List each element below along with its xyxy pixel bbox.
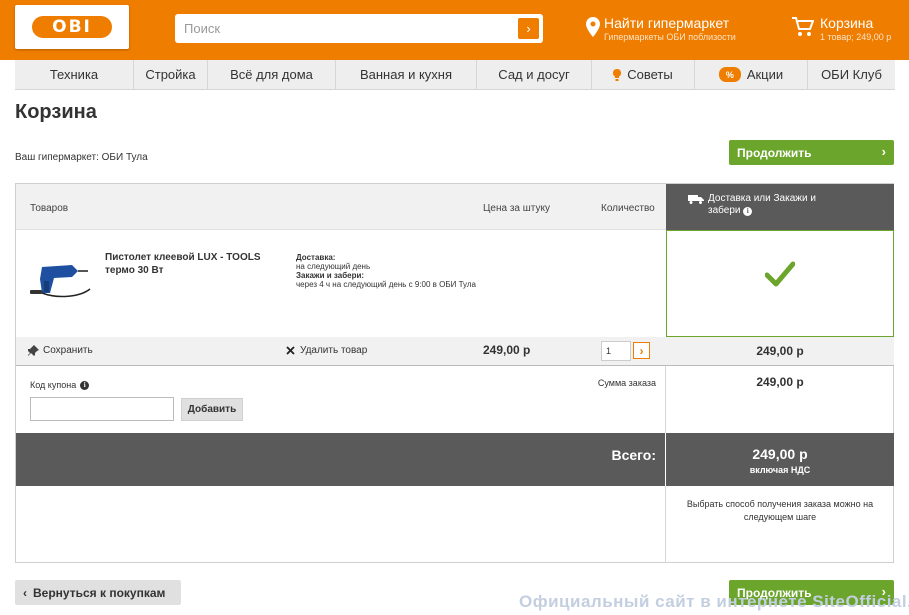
search-button[interactable]: › <box>518 18 539 39</box>
nav-item-label: Акции <box>746 67 784 82</box>
quantity-input[interactable] <box>601 341 631 361</box>
pickup-note: Выбрать способ получения заказа можно на… <box>686 499 874 522</box>
find-store-link[interactable]: Найти гипермаркет Гипермаркеты ОБИ побли… <box>586 15 766 43</box>
delivery-header: Доставка или Закажи и забери i <box>666 184 894 230</box>
delivery-header-text: Доставка или Закажи и забери i <box>708 193 838 217</box>
quantity-update-button[interactable]: › <box>633 342 650 359</box>
total-value: 249,00 р <box>752 446 808 462</box>
coupon-label-text: Код купона <box>30 380 77 390</box>
pickup-title: Закажи и забери: <box>296 271 365 280</box>
col-header-price: Цена за штуку <box>483 203 550 214</box>
search-input[interactable] <box>175 14 505 43</box>
cart-title: Корзина <box>820 15 874 31</box>
line-total: 249,00 р <box>666 337 894 366</box>
lightbulb-icon <box>613 68 622 81</box>
unit-price: 249,00 р <box>483 343 531 357</box>
main-nav: Техника Стройка Всё для дома Ванная и ку… <box>15 60 895 90</box>
info-icon[interactable]: i <box>743 207 753 216</box>
nav-item-tips[interactable]: Советы <box>592 60 695 89</box>
back-to-shopping-button[interactable]: ‹ Вернуться к покупкам <box>15 580 181 605</box>
continue-button-top[interactable]: Продолжить › <box>729 140 894 165</box>
nav-item-club[interactable]: ОБИ Клуб <box>808 60 895 89</box>
truck-icon <box>688 195 704 204</box>
product-image[interactable] <box>28 257 98 302</box>
page-title: Корзина <box>15 101 97 123</box>
nav-item-stroyka[interactable]: Стройка <box>134 60 208 89</box>
site-header: OBI › Найти гипермаркет Гипермаркеты ОБИ… <box>0 0 909 60</box>
save-item-link[interactable]: Сохранить <box>28 345 93 356</box>
search-box: › <box>175 14 543 43</box>
watermark: Официальный сайт в интернете SiteOfficia… <box>519 592 909 611</box>
col-header-products: Товаров <box>30 203 69 214</box>
delivery-option-selected[interactable] <box>666 230 894 337</box>
store-label: Ваш гипермаркет: ОБИ Тула <box>15 152 148 163</box>
find-store-title: Найти гипермаркет <box>604 15 730 31</box>
delivery-info: Доставка: на следующий день Закажи и заб… <box>296 253 476 289</box>
header-cart[interactable]: Корзина 1 товар; 249,00 р <box>792 15 904 43</box>
nav-item-label: Советы <box>627 67 673 82</box>
map-pin-icon <box>586 17 600 37</box>
chevron-right-icon: › <box>881 144 886 159</box>
cart-table: Товаров Цена за штуку Количество Доставк… <box>15 183 894 563</box>
table-header: Товаров Цена за штуку Количество <box>16 184 666 230</box>
order-sum-value: 249,00 р <box>756 375 804 389</box>
logo-text: OBI <box>32 16 112 38</box>
delivery-title: Доставка: <box>296 253 336 262</box>
chevron-right-icon: › <box>639 343 644 358</box>
col-header-quantity: Количество <box>601 203 655 214</box>
nav-item-label: Всё для дома <box>230 67 313 82</box>
percent-badge-icon: % <box>718 67 741 82</box>
remove-label: Удалить товар <box>300 345 368 356</box>
obi-logo[interactable]: OBI <box>15 5 129 49</box>
total-label: Всего: <box>611 447 656 463</box>
add-coupon-button[interactable]: Добавить <box>181 398 243 421</box>
close-icon <box>286 346 295 355</box>
nav-item-label: Техника <box>49 67 99 82</box>
back-label: Вернуться к покупкам <box>33 585 166 600</box>
delivery-text: на следующий день <box>296 262 371 271</box>
product-name[interactable]: Пистолет клеевой LUX - TOOLS термо 30 Вт <box>105 251 275 277</box>
pickup-text: через 4 ч на следующий день с 9:00 в ОБИ… <box>296 280 476 289</box>
nav-item-label: Ванная и кухня <box>359 67 453 82</box>
item-actions-row: Сохранить Удалить товар 249,00 р › <box>16 337 666 366</box>
checkmark-icon <box>765 261 795 287</box>
nav-item-label: ОБИ Клуб <box>821 67 882 82</box>
remove-item-link[interactable]: Удалить товар <box>286 345 367 356</box>
total-bar: Всего: 249,00 р включая НДС <box>16 433 894 486</box>
coupon-input[interactable] <box>30 397 174 421</box>
continue-label: Продолжить <box>737 145 812 160</box>
coupon-label: Код купона i <box>30 380 90 390</box>
nav-item-label: Стройка <box>145 67 196 82</box>
nav-item-garden[interactable]: Сад и досуг <box>477 60 592 89</box>
delivery-header-label: Доставка или Закажи и забери <box>708 193 816 216</box>
info-icon[interactable]: i <box>80 380 90 390</box>
nav-item-home[interactable]: Всё для дома <box>208 60 336 89</box>
find-store-subtitle: Гипермаркеты ОБИ поблизости <box>604 32 736 42</box>
pin-icon <box>28 345 39 356</box>
nav-item-promo[interactable]: % Акции <box>695 60 808 89</box>
shopping-cart-icon <box>792 17 814 36</box>
chevron-right-icon: › <box>526 21 531 36</box>
order-sum-label: Сумма заказа <box>597 378 656 388</box>
nav-item-label: Сад и досуг <box>498 67 570 82</box>
cart-summary: 1 товар; 249,00 р <box>820 32 892 42</box>
save-label: Сохранить <box>43 345 93 356</box>
nav-item-tekhnika[interactable]: Техника <box>15 60 134 89</box>
nav-item-bath-kitchen[interactable]: Ванная и кухня <box>336 60 477 89</box>
chevron-left-icon: ‹ <box>23 585 27 600</box>
vat-label: включая НДС <box>749 465 811 475</box>
